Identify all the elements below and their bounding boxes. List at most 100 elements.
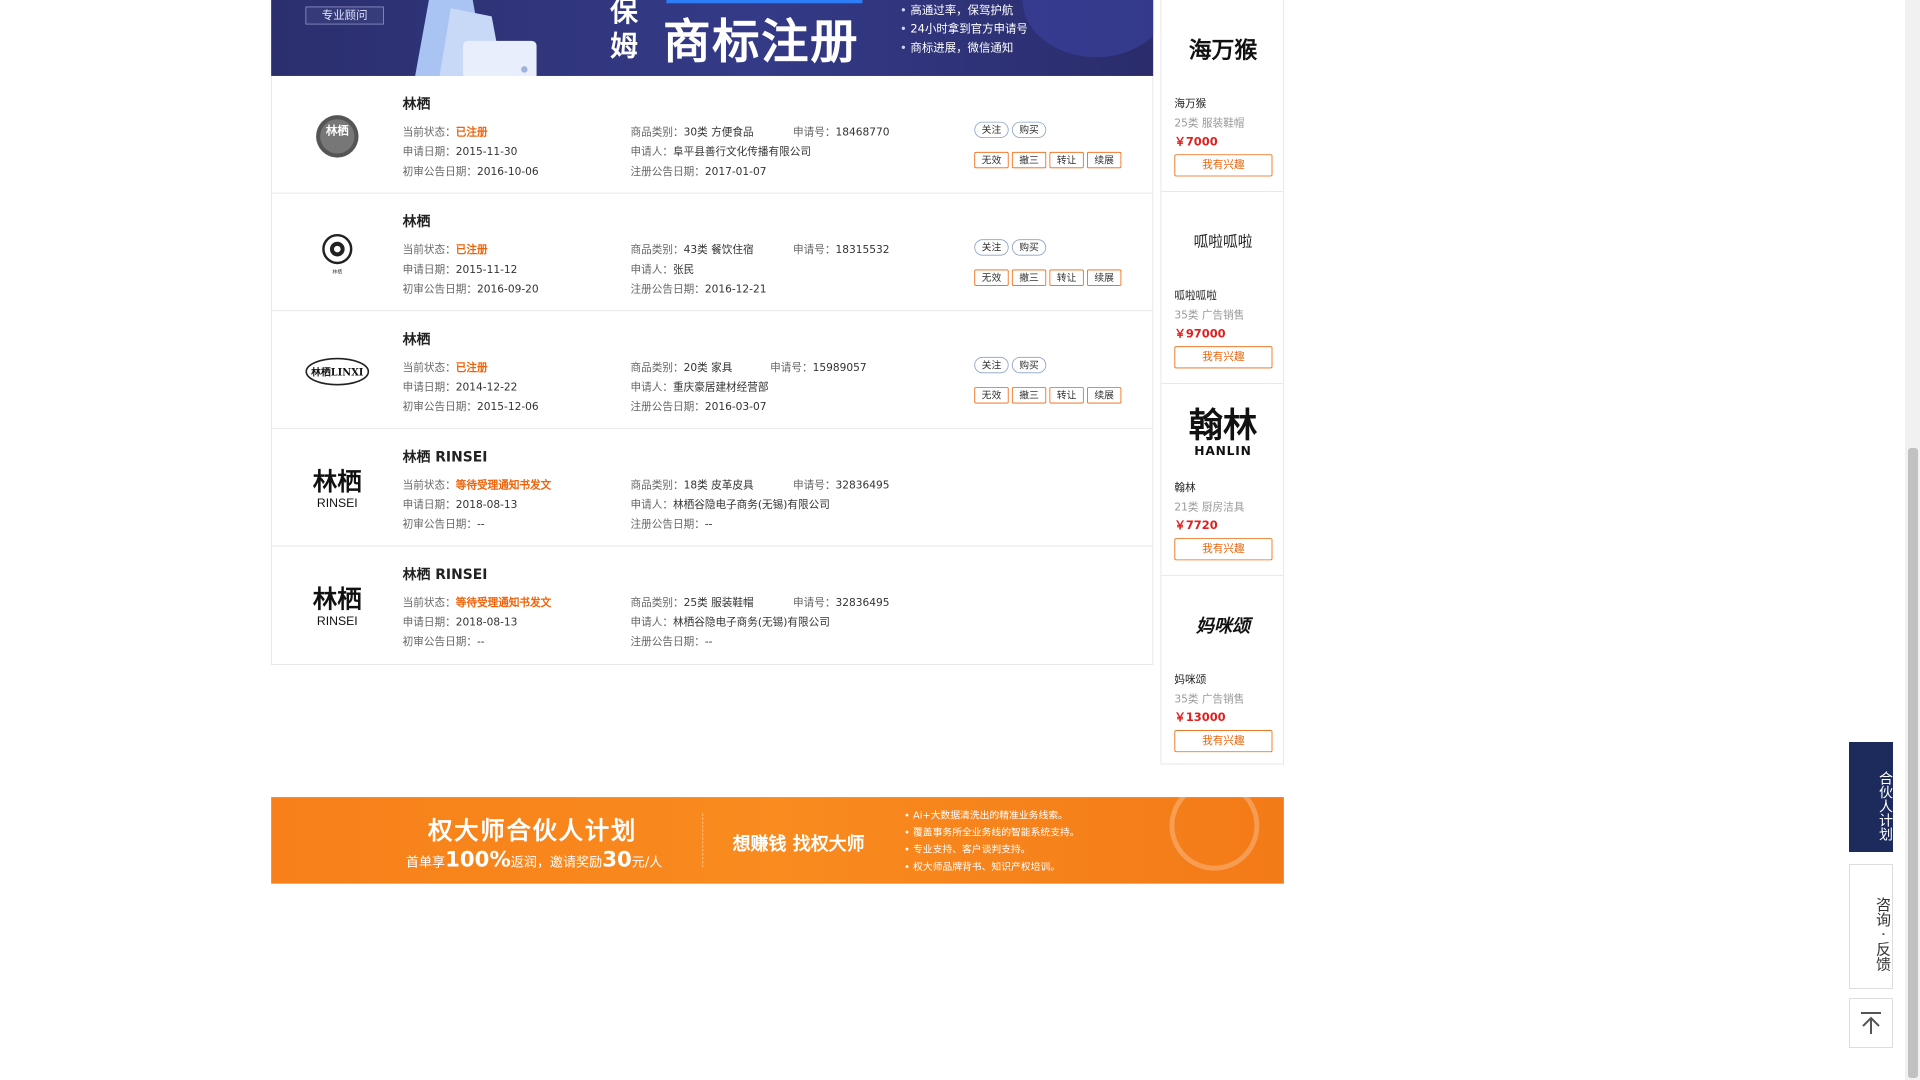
recommend-price: ￥7000 bbox=[1174, 135, 1218, 149]
logo-en-text: RINSEI bbox=[316, 496, 358, 511]
recommend-name[interactable]: 妈咪颂 bbox=[1174, 671, 1206, 686]
trademark-name[interactable]: 林栖 RINSEI bbox=[403, 563, 488, 583]
trademark-name[interactable]: 林栖 bbox=[403, 92, 431, 112]
recommend-logo[interactable]: 呱啦呱啦 bbox=[1161, 216, 1284, 265]
oval-logo-icon: 林栖LINXI bbox=[305, 357, 370, 386]
invalid-button[interactable]: 无效 bbox=[974, 387, 1009, 404]
trademark-row[interactable]: 林栖LINXI 林栖 当前状态：已注册 商品类别：20类 家具 申请号：1598… bbox=[271, 311, 1153, 429]
prelim-date-field: 初审公告日期：2015-12-06 bbox=[402, 400, 539, 414]
banner-decoration bbox=[1022, 0, 1154, 58]
recommend-card[interactable]: 翰林 HANLIN 翰林 21类 厨房洁具 ￥7720 我有兴趣 bbox=[1161, 384, 1284, 576]
trademark-name[interactable]: 林栖 bbox=[403, 210, 431, 230]
trademark-row[interactable]: 林栖 林栖 当前状态：已注册 商品类别：30类 方便食品 申请号：1846877… bbox=[271, 76, 1153, 194]
revoke3-button[interactable]: 撤三 bbox=[1011, 151, 1047, 169]
recommend-logo[interactable]: 妈咪颂 bbox=[1161, 600, 1284, 649]
recommend-logo-text: 翰林 bbox=[1188, 405, 1258, 446]
status-field: 当前状态：等待受理通知书发文 bbox=[402, 597, 552, 610]
recommend-name[interactable]: 翰林 bbox=[1174, 479, 1195, 494]
trademark-logo[interactable]: 林栖 bbox=[296, 213, 378, 295]
status-field: 当前状态：已注册 bbox=[402, 126, 488, 139]
partner-banner[interactable]: 权大师合伙人计划 首单享100%返润，邀请奖励30元/人 想赚钱 找权大师 Ai… bbox=[271, 797, 1284, 884]
recommend-logo[interactable]: 翰林 HANLIN bbox=[1161, 405, 1284, 458]
partner-bullet: 权大师品牌背书、知识产权培训。 bbox=[904, 858, 1080, 875]
trademark-name[interactable]: 林栖 RINSEI bbox=[403, 445, 488, 465]
recommend-card[interactable]: 呱啦呱啦 呱啦呱啦 35类 广告销售 ￥97000 我有兴趣 bbox=[1161, 192, 1284, 384]
partner-title: 权大师合伙人计划 bbox=[427, 816, 638, 846]
renew-button[interactable]: 续展 bbox=[1087, 387, 1122, 404]
trademark-list: 林栖 林栖 当前状态：已注册 商品类别：30类 方便食品 申请号：1846877… bbox=[271, 75, 1154, 665]
recommend-category: 35类 广告销售 bbox=[1174, 309, 1245, 322]
trademark-logo[interactable]: 林栖 RINSEI bbox=[296, 448, 378, 530]
recommend-card[interactable]: 妈咪颂 妈咪颂 35类 广告销售 ￥13000 我有兴趣 bbox=[1161, 576, 1283, 768]
partner-subtitle: 首单享100%返润，邀请奖励30元/人 bbox=[405, 847, 663, 873]
recommend-card[interactable]: 海万猴 海万猴 25类 服装鞋帽 ￥7000 我有兴趣 bbox=[1161, 0, 1284, 192]
revoke3-button[interactable]: 撤三 bbox=[1011, 387, 1047, 404]
app-no-field: 申请号：18468770 bbox=[793, 126, 890, 139]
recommend-logo-text: 呱啦呱啦 bbox=[1193, 233, 1253, 251]
recommend-logo-text: 妈咪颂 bbox=[1196, 615, 1250, 638]
renew-button[interactable]: 续展 bbox=[1087, 269, 1122, 286]
app-no-field: 申请号：32836495 bbox=[793, 479, 890, 492]
scrollbar-thumb[interactable] bbox=[1908, 448, 1918, 1078]
follow-button[interactable]: 关注 bbox=[974, 239, 1009, 256]
interest-button[interactable]: 我有兴趣 bbox=[1174, 154, 1273, 177]
back-to-top-button[interactable] bbox=[1849, 998, 1893, 1048]
prelim-date-field: 初审公告日期：2016-10-06 bbox=[402, 165, 539, 179]
consult-feedback-button[interactable]: 咨询 · 反馈 bbox=[1849, 864, 1893, 989]
trademark-name[interactable]: 林栖 bbox=[403, 327, 431, 348]
recommend-name[interactable]: 呱啦呱啦 bbox=[1174, 287, 1216, 302]
round-logo-text: 林栖 bbox=[332, 269, 342, 276]
interest-button[interactable]: 我有兴趣 bbox=[1174, 730, 1273, 753]
status-field: 当前状态：已注册 bbox=[402, 361, 488, 375]
recommend-price: ￥97000 bbox=[1174, 327, 1226, 341]
banner-bullet: 24小时拿到官方申请号 bbox=[900, 20, 1027, 39]
transfer-button[interactable]: 转让 bbox=[1049, 151, 1084, 169]
category-field: 商品类别：30类 方便食品 bbox=[630, 126, 754, 139]
buy-button[interactable]: 购买 bbox=[1011, 121, 1047, 139]
applicant-field: 申请人：林栖谷隐电子商务(无锡)有限公司 bbox=[630, 616, 830, 629]
top-banner[interactable]: 专业顾问 保姆 商标注册 高通过率，保驾护航 24小时拿到官方申请号 商标进展，… bbox=[271, 0, 1154, 76]
partner-bullet: 覆盖事务所全业务线的智能系统支持。 bbox=[904, 824, 1080, 841]
partner-plan-button[interactable]: 合伙人计划 bbox=[1849, 742, 1893, 852]
coin-decoration bbox=[1169, 797, 1260, 871]
applicant-field: 申请人：重庆豪居建材经营部 bbox=[630, 381, 769, 394]
consultant-button[interactable]: 专业顾问 bbox=[305, 6, 384, 25]
invalid-button[interactable]: 无效 bbox=[974, 151, 1009, 169]
recommend-category: 35类 广告销售 bbox=[1174, 693, 1245, 706]
recommend-name[interactable]: 海万猴 bbox=[1174, 95, 1206, 110]
trademark-row[interactable]: 林栖 RINSEI 林栖 RINSEI 当前状态：等待受理通知书发文 商品类别：… bbox=[272, 546, 1152, 664]
follow-button[interactable]: 关注 bbox=[974, 356, 1009, 374]
app-date-field: 申请日期：2015-11-30 bbox=[402, 146, 518, 159]
banner-divider bbox=[702, 813, 704, 868]
recommend-category: 21类 厨房洁具 bbox=[1174, 501, 1245, 514]
status-field: 当前状态：等待受理通知书发文 bbox=[402, 479, 552, 492]
transfer-button[interactable]: 转让 bbox=[1049, 387, 1084, 404]
recommend-logo[interactable]: 海万猴 bbox=[1161, 25, 1284, 74]
interest-button[interactable]: 我有兴趣 bbox=[1174, 346, 1273, 369]
trademark-row[interactable]: 林栖 RINSEI 林栖 RINSEI 当前状态：等待受理通知书发文 商品类别：… bbox=[271, 429, 1153, 547]
category-field: 商品类别：18类 皮革皮具 bbox=[630, 479, 754, 492]
partner-bullet: Ai+大数据清洗出的精准业务线索。 bbox=[904, 807, 1080, 824]
trademark-row[interactable]: 林栖 林栖 当前状态：已注册 商品类别：43类 餐饮住宿 申请号：1831553… bbox=[271, 194, 1153, 312]
seal-text: 林栖 bbox=[326, 124, 349, 138]
logo-en-text: RINSEI bbox=[316, 613, 358, 628]
recommend-price: ￥7720 bbox=[1174, 519, 1218, 533]
buy-button[interactable]: 购买 bbox=[1011, 356, 1047, 374]
trademark-logo[interactable]: 林栖 RINSEI bbox=[296, 566, 378, 648]
partner-bullet: 专业支持、客户谈判支持。 bbox=[904, 841, 1080, 858]
oval-logo-text: 林栖LINXI bbox=[311, 366, 364, 379]
follow-button[interactable]: 关注 bbox=[974, 121, 1009, 139]
category-field: 商品类别：20类 家具 bbox=[630, 361, 733, 375]
interest-button[interactable]: 我有兴趣 bbox=[1174, 538, 1273, 561]
revoke3-button[interactable]: 撤三 bbox=[1011, 269, 1047, 286]
page: 专业顾问 保姆 商标注册 高通过率，保驾护航 24小时拿到官方申请号 商标进展，… bbox=[0, 0, 1920, 1080]
transfer-button[interactable]: 转让 bbox=[1049, 269, 1084, 286]
buy-button[interactable]: 购买 bbox=[1011, 239, 1047, 256]
trademark-logo[interactable]: 林栖LINXI bbox=[296, 331, 378, 413]
applicant-field: 申请人：阜平县善行文化传播有限公司 bbox=[630, 146, 812, 159]
status-field: 当前状态：已注册 bbox=[402, 244, 488, 257]
trademark-logo[interactable]: 林栖 bbox=[296, 96, 378, 178]
arrow-up-icon bbox=[1861, 1012, 1881, 1034]
invalid-button[interactable]: 无效 bbox=[974, 269, 1009, 286]
renew-button[interactable]: 续展 bbox=[1087, 151, 1122, 169]
